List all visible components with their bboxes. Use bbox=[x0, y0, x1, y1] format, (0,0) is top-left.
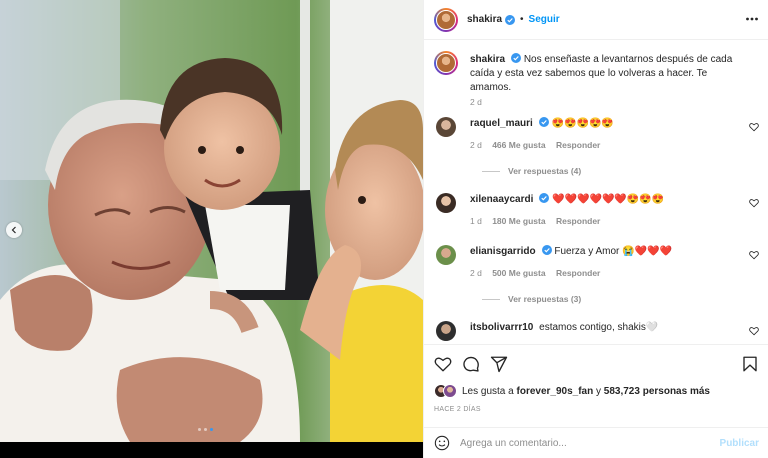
verified-badge-icon bbox=[539, 193, 550, 203]
view-replies-button[interactable]: Ver respuestas (4) bbox=[482, 166, 581, 176]
comment-like-icon[interactable] bbox=[749, 198, 759, 208]
replies-line bbox=[482, 298, 500, 300]
comment-input[interactable] bbox=[460, 437, 710, 449]
post-side-panel: shakira • Seguir shakira Nos enseñaste a… bbox=[423, 0, 768, 458]
comment-meta: 2 d 466 Me gusta Responder bbox=[470, 140, 600, 150]
author-avatar[interactable] bbox=[434, 7, 458, 32]
comment-icon[interactable] bbox=[462, 355, 480, 373]
commenter-avatar[interactable] bbox=[434, 191, 458, 215]
reply-button[interactable]: Responder bbox=[556, 216, 600, 226]
carousel-indicator bbox=[198, 428, 213, 431]
caption-text: Nos enseñaste a levantarnos después de c… bbox=[470, 54, 733, 93]
comment-username[interactable]: itsbolivarrr10 bbox=[470, 322, 533, 333]
follow-button[interactable]: Seguir bbox=[529, 14, 560, 25]
comment-username[interactable]: xilenaaycardi bbox=[470, 194, 533, 205]
author-username[interactable]: shakira bbox=[467, 14, 502, 25]
post-photo-panel bbox=[0, 0, 423, 458]
caption-avatar[interactable] bbox=[434, 51, 458, 75]
view-replies-button[interactable]: Ver respuestas (3) bbox=[482, 294, 581, 304]
likes-middle: y bbox=[596, 385, 601, 397]
post-actions: Les gusta a forever_90s_fan y 583,723 pe… bbox=[424, 344, 768, 427]
comment-time: 2 d bbox=[470, 140, 482, 150]
commenter-avatar[interactable] bbox=[434, 319, 458, 343]
carousel-prev-button[interactable] bbox=[6, 222, 22, 238]
view-replies-label: Ver respuestas (3) bbox=[508, 294, 582, 304]
comment-username[interactable]: elianisgarrido bbox=[470, 246, 536, 257]
caption-username[interactable]: shakira bbox=[470, 54, 505, 65]
chevron-left-icon bbox=[11, 226, 16, 234]
comment-time: 1 d bbox=[470, 216, 482, 226]
comment-username[interactable]: raquel_mauri bbox=[470, 118, 533, 129]
heart-icon[interactable] bbox=[434, 355, 452, 373]
comment-time: 2 d bbox=[470, 268, 482, 278]
add-comment-bar: Publicar bbox=[424, 427, 768, 458]
photo-letterbox bbox=[0, 442, 423, 458]
post-photo bbox=[0, 0, 423, 442]
send-icon[interactable] bbox=[490, 355, 508, 373]
comment-likes[interactable]: 180 Me gusta bbox=[492, 216, 545, 226]
carousel-dot-active bbox=[210, 428, 213, 431]
publish-button[interactable]: Publicar bbox=[720, 438, 759, 449]
post-header: shakira • Seguir bbox=[424, 0, 768, 40]
verified-badge-icon bbox=[511, 53, 522, 63]
replies-line bbox=[482, 170, 500, 172]
verified-badge-icon bbox=[538, 117, 549, 127]
more-horizontal-icon[interactable] bbox=[745, 12, 759, 26]
comment-text: ❤️❤️❤️❤️❤️❤️😍😍😍 bbox=[552, 194, 665, 205]
likes-prefix: Les gusta a bbox=[462, 385, 514, 397]
comment-like-icon[interactable] bbox=[749, 122, 759, 132]
liker-avatar bbox=[443, 384, 457, 398]
header-separator: • bbox=[520, 14, 524, 25]
caption-time: 2 d bbox=[470, 97, 482, 107]
view-replies-label: Ver respuestas (4) bbox=[508, 166, 582, 176]
likes-text: Les gusta a forever_90s_fan y 583,723 pe… bbox=[462, 386, 710, 397]
comment-like-icon[interactable] bbox=[749, 326, 759, 336]
carousel-dot bbox=[204, 428, 207, 431]
commenter-avatar[interactable] bbox=[434, 243, 458, 267]
comment-like-icon[interactable] bbox=[749, 250, 759, 260]
comment-text: Fuerza y Amor 😭❤️❤️❤️ bbox=[554, 246, 672, 257]
likes-user[interactable]: forever_90s_fan bbox=[517, 386, 594, 397]
comment-meta: 2 d 500 Me gusta Responder bbox=[470, 268, 600, 278]
emoji-icon[interactable] bbox=[434, 435, 450, 451]
post-timestamp: HACE 2 DÍAS bbox=[434, 406, 481, 413]
comment-meta: 1 d 180 Me gusta Responder bbox=[470, 216, 600, 226]
carousel-dot bbox=[198, 428, 201, 431]
bookmark-icon[interactable] bbox=[741, 355, 759, 373]
reply-button[interactable]: Responder bbox=[556, 268, 600, 278]
comment-likes[interactable]: 500 Me gusta bbox=[492, 268, 545, 278]
comment-text: 😍😍😍😍😍 bbox=[551, 118, 614, 129]
comment-likes[interactable]: 466 Me gusta bbox=[492, 140, 545, 150]
verified-badge-icon bbox=[541, 245, 552, 255]
likes-count[interactable]: 583,723 personas más bbox=[604, 386, 710, 397]
reply-button[interactable]: Responder bbox=[556, 140, 600, 150]
verified-badge-icon bbox=[505, 14, 516, 25]
likes-summary[interactable]: Les gusta a forever_90s_fan y 583,723 pe… bbox=[434, 384, 710, 398]
comments-list[interactable]: shakira Nos enseñaste a levantarnos desp… bbox=[424, 41, 768, 344]
comment-text: estamos contigo, shakis🤍 bbox=[539, 322, 659, 333]
commenter-avatar[interactable] bbox=[434, 115, 458, 139]
